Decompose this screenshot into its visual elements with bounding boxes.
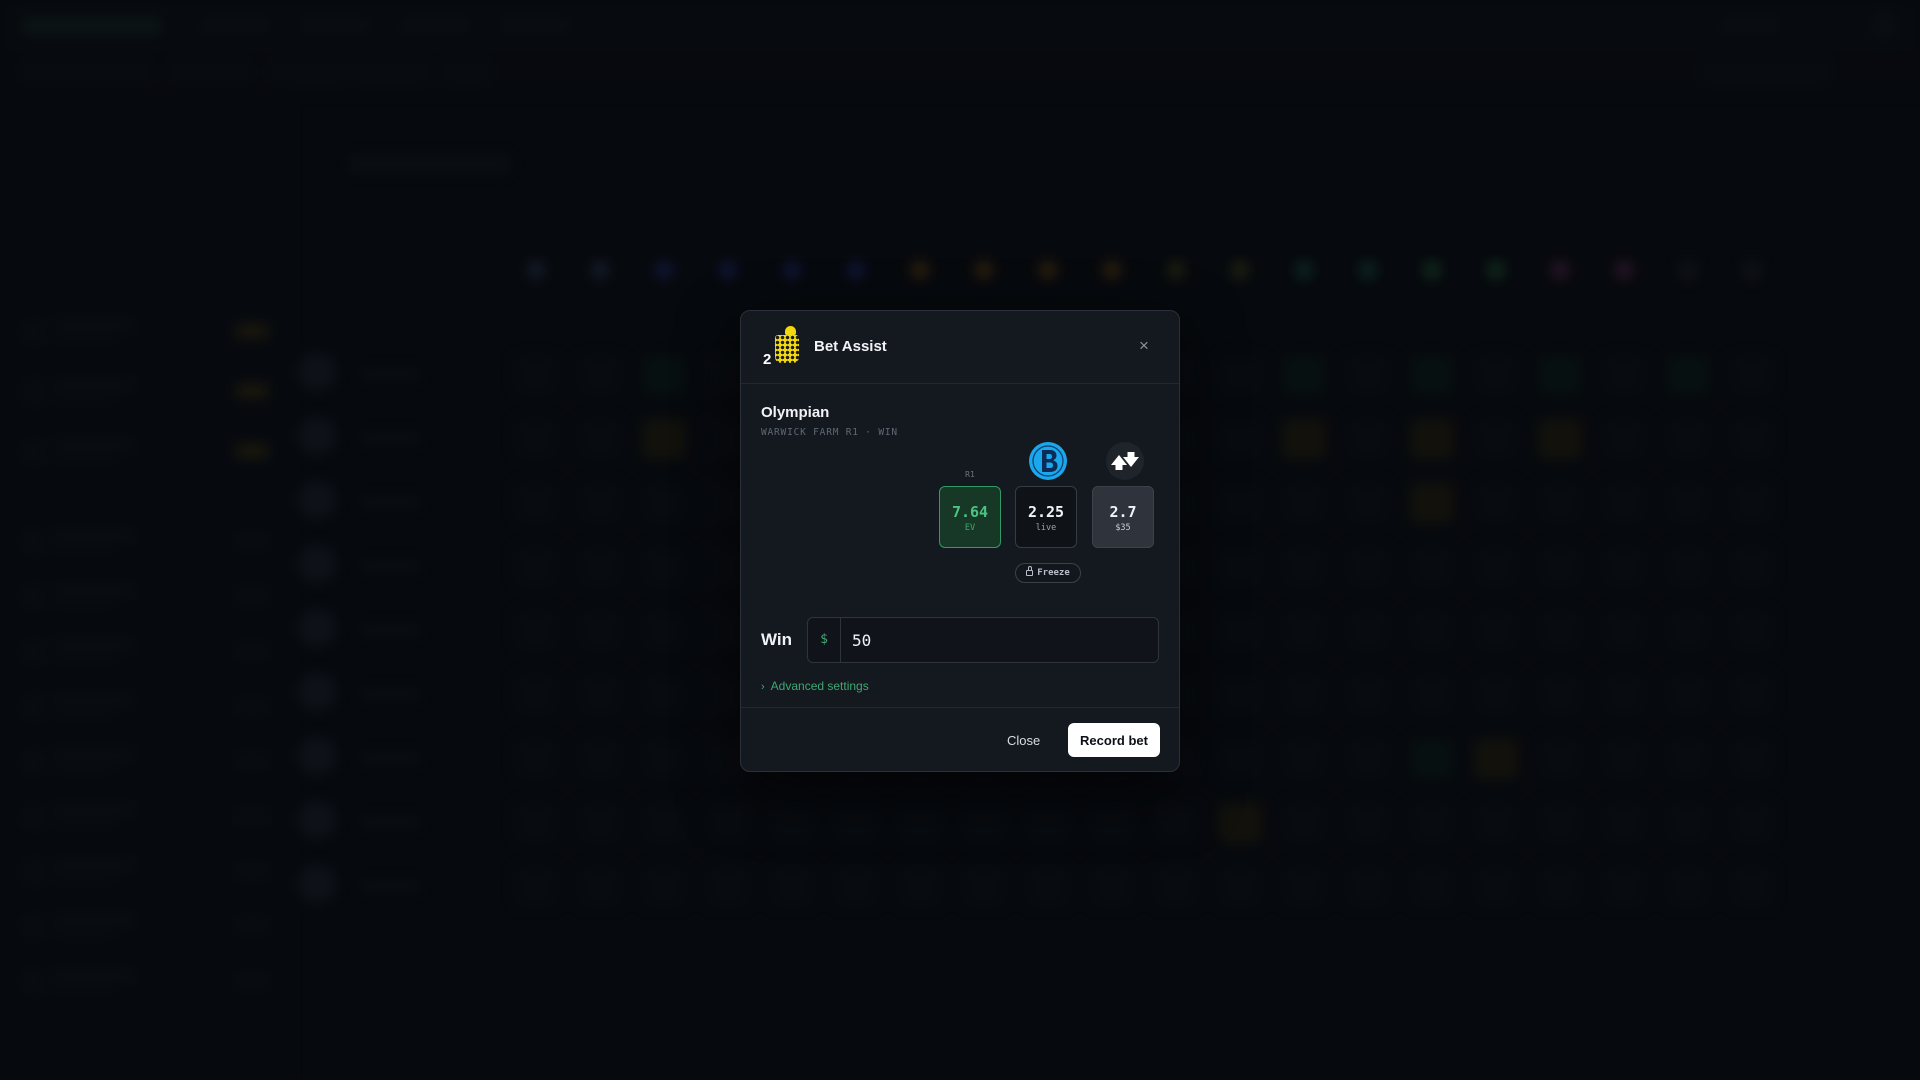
record-bet-button[interactable]: Record bet	[1068, 723, 1160, 757]
stake-field: $	[807, 617, 1159, 663]
lock-icon	[1026, 566, 1034, 576]
model-column-label: R1	[965, 470, 975, 479]
bookmaker-b-icon	[1029, 442, 1067, 480]
jockey-silks-icon: 2	[761, 325, 805, 371]
modal-footer: Close Record bet	[741, 707, 1179, 772]
freeze-button[interactable]: Freeze	[1015, 563, 1081, 583]
close-button[interactable]: Close	[1001, 726, 1045, 754]
chevron-right-icon: ›	[761, 681, 765, 693]
stake-input[interactable]	[841, 618, 1141, 662]
modal-title: Bet Assist	[814, 338, 887, 355]
model-odds-box[interactable]: 7.64 EV	[939, 486, 1001, 548]
advanced-settings-toggle[interactable]: › Advanced settings	[761, 679, 869, 693]
bet-type-label: Win	[761, 630, 793, 649]
modal-header: 2 Bet Assist ×	[741, 311, 1179, 384]
exchange-arrows-icon	[1106, 442, 1144, 480]
currency-prefix: $	[808, 618, 841, 662]
bookmaker-odds-value: 2.25	[1027, 503, 1065, 521]
freeze-label: Freeze	[1037, 568, 1070, 578]
race-info: WARWICK FARM R1 · WIN	[761, 427, 898, 438]
bet-assist-modal: 2 Bet Assist × Olympian WARWICK FARM R1 …	[740, 310, 1180, 772]
bookmaker-odds-box[interactable]: 2.25 live	[1015, 486, 1077, 548]
model-odds-sub: EV	[964, 523, 976, 533]
advanced-settings-label: Advanced settings	[770, 679, 869, 693]
bookmaker-odds-sub: live	[1035, 523, 1057, 533]
exchange-odds-value: 2.7	[1109, 503, 1137, 521]
close-icon[interactable]: ×	[1133, 335, 1155, 357]
runner-name: Olympian	[761, 404, 830, 421]
saddlecloth-number: 2	[763, 351, 772, 368]
exchange-liquidity: $35	[1115, 523, 1131, 533]
exchange-odds-box[interactable]: 2.7 $35	[1092, 486, 1154, 548]
model-odds-value: 7.64	[951, 503, 989, 521]
